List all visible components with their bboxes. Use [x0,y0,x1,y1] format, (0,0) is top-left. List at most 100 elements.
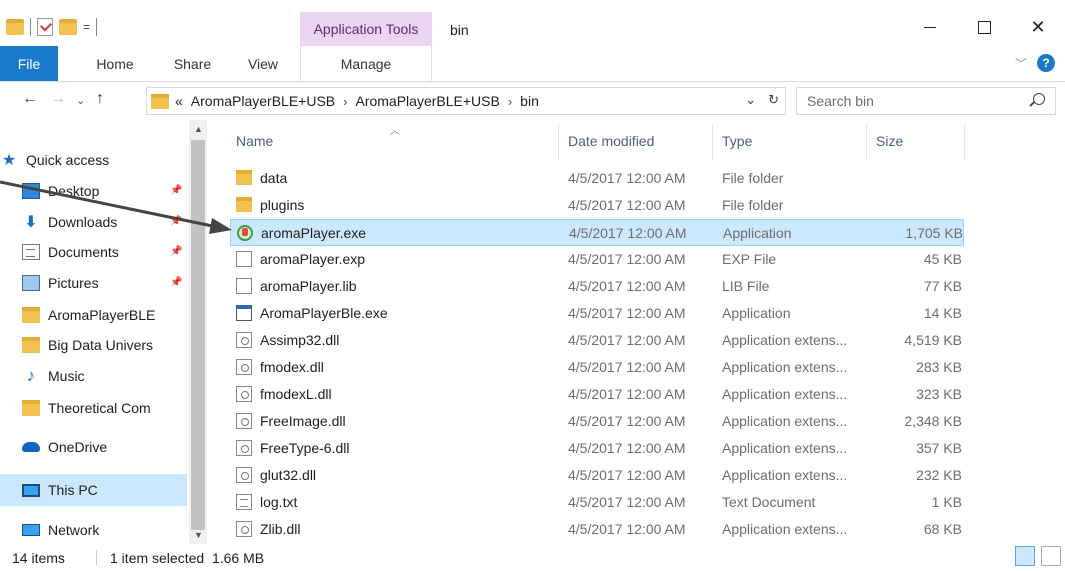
nav-item-music[interactable]: ♪ Music [0,362,187,389]
file-size: 45 KB [923,250,962,267]
file-row[interactable]: glut32.dll 4/5/2017 12:00 AM Application e… [230,462,964,489]
details-view-button[interactable] [1015,546,1035,566]
nav-item-desktop[interactable]: Desktop 📌 [0,177,187,204]
nav-scrollbar[interactable]: ▲ ▼ [189,120,207,544]
column-divider[interactable] [866,124,867,160]
file-row[interactable]: plugins 4/5/2017 12:00 AM File folder [230,192,964,219]
file-row[interactable]: fmodexL.dll 4/5/2017 12:00 AM Application … [230,381,964,408]
scroll-up-arrow-icon[interactable]: ▲ [194,124,203,134]
address-history-chevron-icon[interactable]: ⌄ [745,92,756,108]
breadcrumb-separator-icon[interactable]: › [343,94,347,109]
folder-icon[interactable] [6,19,24,35]
large-icons-view-button[interactable] [1041,546,1061,566]
refresh-icon[interactable]: ↻ [768,92,779,108]
properties-icon[interactable] [37,18,53,36]
file-name-cell[interactable]: fmodex.dll [236,354,324,379]
nav-item-aromaplayerble[interactable]: AromaPlayerBLE [0,301,187,328]
nav-item-pictures[interactable]: Pictures 📌 [0,269,187,296]
folder-icon [22,336,40,353]
breadcrumb-overflow[interactable]: « [175,93,183,109]
nav-item-downloads[interactable]: ⬇ Downloads 📌 [0,208,187,235]
file-name-cell[interactable]: aromaPlayer.exe [237,220,366,245]
back-arrow-icon[interactable]: ← [22,90,38,108]
breadcrumb-item[interactable]: AromaPlayerBLE+USB [191,93,335,109]
nav-item-onedrive[interactable]: OneDrive [0,433,187,460]
column-header-type[interactable]: Type [722,120,752,162]
nav-item-theoretical-com[interactable]: Theoretical Com [0,394,187,421]
maximize-button[interactable] [957,12,1011,42]
column-divider[interactable] [558,124,559,160]
nav-item-label: Quick access [26,151,110,168]
column-header-size[interactable]: Size [876,120,903,162]
address-bar[interactable]: « AromaPlayerBLE+USB › AromaPlayerBLE+US… [146,87,786,115]
file-row[interactable]: FreeType-6.dll 4/5/2017 12:00 AM Applicati… [230,435,964,462]
customize-qat-button[interactable]: = [83,20,90,34]
recent-locations-chevron-icon[interactable]: ⌄ [76,94,85,107]
up-arrow-icon[interactable]: ↑ [96,90,104,108]
nav-item-network[interactable]: Network [0,516,187,543]
nav-item-big-data-univers[interactable]: Big Data Univers [0,331,187,358]
search-box[interactable] [796,87,1056,115]
file-name-cell[interactable]: aromaPlayer.lib [236,273,357,298]
file-row[interactable]: data 4/5/2017 12:00 AM File folder [230,165,964,192]
search-icon[interactable] [1033,93,1045,105]
column-divider[interactable] [712,124,713,160]
file-type: Application [722,304,791,321]
column-header-date-modified[interactable]: Date modified [568,120,654,162]
file-name-cell[interactable]: fmodexL.dll [236,381,332,406]
tab-view[interactable]: View [240,46,286,81]
file-name-cell[interactable]: plugins [236,192,304,217]
new-folder-icon[interactable] [59,19,77,35]
file-name-cell[interactable]: AromaPlayerBle.exe [236,300,388,325]
file-date: 4/5/2017 12:00 AM [568,439,686,456]
file-name-cell[interactable]: Zlib.dll [236,516,300,541]
scrollbar-thumb[interactable] [191,140,205,530]
file-name-cell[interactable]: log.txt [236,489,297,514]
forward-arrow-icon[interactable]: → [50,90,66,108]
pin-icon[interactable]: 📌 [170,246,182,257]
file-row[interactable]: FreeImage.dll 4/5/2017 12:00 AM Applicatio… [230,408,964,435]
breadcrumb-separator-icon[interactable]: › [508,94,512,109]
breadcrumb-item[interactable]: AromaPlayerBLE+USB [355,93,499,109]
cloud-icon [22,441,40,452]
file-type: EXP File [722,250,777,267]
minimize-button[interactable] [903,12,957,42]
file-name-cell[interactable]: FreeType-6.dll [236,435,349,460]
scroll-down-arrow-icon[interactable]: ▼ [194,530,203,540]
file-size: 2,348 KB [904,412,962,429]
file-row[interactable]: AromaPlayerBle.exe 4/5/2017 12:00 AM Appli… [230,300,964,327]
tab-file[interactable]: File [0,46,58,81]
network-icon [22,523,40,536]
tab-share[interactable]: Share [165,46,220,81]
help-icon[interactable]: ? [1037,54,1055,72]
close-button[interactable]: ✕ [1011,12,1065,42]
file-name-cell[interactable]: glut32.dll [236,462,316,487]
nav-item-this-pc[interactable]: This PC [0,474,187,506]
search-input[interactable] [807,93,1017,109]
pin-icon[interactable]: 📌 [170,185,182,196]
column-divider[interactable] [964,124,965,160]
file-row[interactable]: Zlib.dll 4/5/2017 12:00 AM Application ext… [230,516,964,543]
file-name-cell[interactable]: FreeImage.dll [236,408,346,433]
breadcrumb-item[interactable]: bin [520,93,539,109]
pin-icon[interactable]: 📌 [170,216,182,227]
expand-ribbon-icon[interactable]: ﹀ [1015,55,1027,72]
file-row[interactable]: aromaPlayer.lib 4/5/2017 12:00 AM LIB File… [230,273,964,300]
tab-home[interactable]: Home [90,46,140,81]
file-row[interactable]: Assimp32.dll 4/5/2017 12:00 AM Application… [230,327,964,354]
file-size: 232 KB [916,466,962,483]
file-name-cell[interactable]: aromaPlayer.exp [236,246,365,271]
file-name-cell[interactable]: Assimp32.dll [236,327,339,352]
file-row[interactable]: aromaPlayer.exp 4/5/2017 12:00 AM EXP File… [230,246,964,273]
file-row[interactable]: fmodex.dll 4/5/2017 12:00 AM Application e… [230,354,964,381]
file-row[interactable]: aromaPlayer.exe 4/5/2017 12:00 AM Applicat… [230,219,964,246]
file-name-cell[interactable]: data [236,165,287,190]
column-header-name[interactable]: Name [236,120,273,162]
tab-manage[interactable]: Manage [300,46,432,81]
dll-icon [236,358,252,375]
pin-icon[interactable]: 📌 [170,277,182,288]
nav-item-quick-access[interactable]: ★ Quick access [0,146,187,173]
file-row[interactable]: log.txt 4/5/2017 12:00 AM Text Document 1 K… [230,489,964,516]
nav-item-label: OneDrive [48,438,108,455]
nav-item-documents[interactable]: Documents 📌 [0,238,187,265]
